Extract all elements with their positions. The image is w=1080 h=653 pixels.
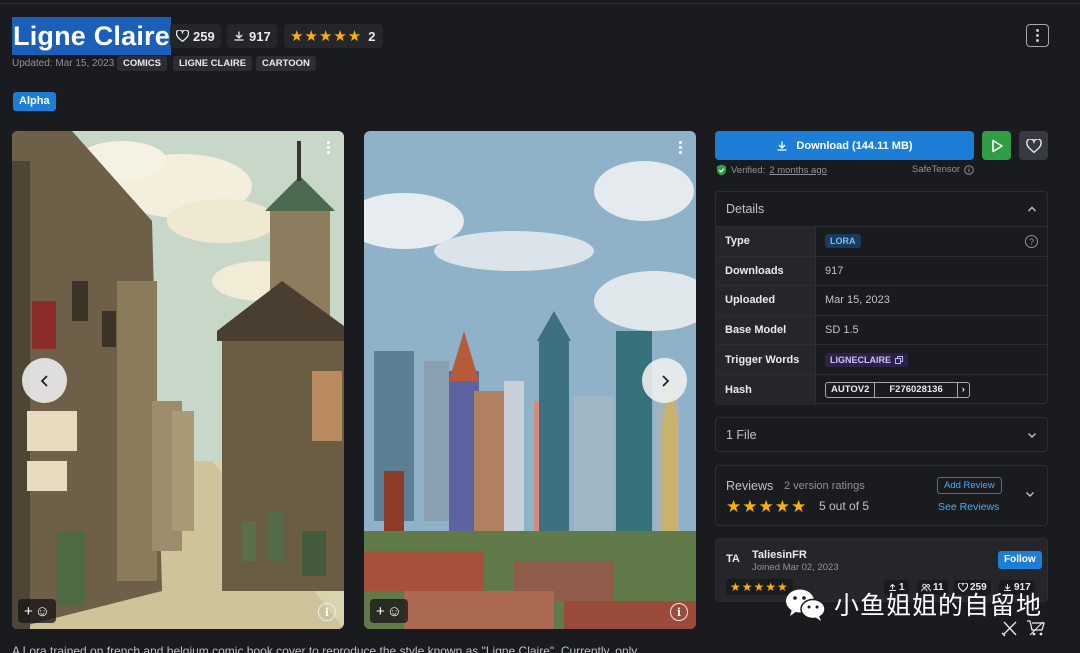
- tag-cartoon[interactable]: CARTOON: [256, 56, 316, 71]
- carousel-next-button[interactable]: [642, 358, 687, 403]
- chevron-up-icon: [1028, 206, 1036, 212]
- rating-count: 2: [368, 28, 376, 44]
- more-options-button[interactable]: [1026, 24, 1049, 47]
- add-reaction-button[interactable]: + ☺: [370, 599, 409, 623]
- see-reviews-link[interactable]: See Reviews: [938, 501, 999, 513]
- help-icon[interactable]: ?: [1025, 235, 1038, 248]
- hash-selector[interactable]: AUTOV2 F276028136 ›: [825, 381, 970, 398]
- chevron-down-icon[interactable]: [1025, 490, 1035, 498]
- details-title: Details: [726, 202, 765, 216]
- type-badge: LORA: [825, 234, 861, 249]
- add-reaction-button[interactable]: + ☺: [18, 599, 57, 623]
- wechat-logo-icon: [786, 589, 826, 621]
- smiley-icon: ☺: [386, 602, 403, 620]
- tag-comics[interactable]: COMICS: [117, 56, 167, 71]
- card-menu-icon[interactable]: [325, 141, 331, 154]
- detail-key: Base Model: [716, 315, 816, 345]
- alpha-badge: Alpha: [13, 92, 56, 111]
- reviews-panel: Reviews 2 version ratings ★★★★★ 5 out of…: [715, 465, 1048, 526]
- carousel-prev-button[interactable]: [22, 358, 67, 403]
- rating-stat[interactable]: ★★★★★ 2: [284, 24, 384, 48]
- creator-name[interactable]: TaliesinFR: [752, 549, 807, 561]
- review-stars: ★★★★★: [726, 497, 808, 516]
- verified-label: Verified:: [731, 164, 766, 176]
- copy-icon: [895, 355, 903, 364]
- download-icon: [777, 141, 787, 151]
- detail-key: Downloads: [716, 256, 816, 286]
- details-header[interactable]: Details: [716, 192, 1047, 227]
- creator-joined: Joined Mar 02, 2023: [752, 562, 839, 573]
- play-icon: [991, 139, 1003, 152]
- info-icon[interactable]: i: [318, 603, 336, 621]
- follow-button[interactable]: Follow: [998, 551, 1042, 569]
- info-icon[interactable]: i: [670, 603, 688, 621]
- card-menu-icon[interactable]: [677, 141, 683, 154]
- chevron-right-icon: [661, 374, 669, 387]
- avatar[interactable]: TA: [726, 553, 740, 565]
- cart-icon: [1027, 620, 1045, 636]
- detail-value: 917: [825, 264, 844, 277]
- hash-algorithm[interactable]: AUTOV2: [826, 382, 876, 397]
- detail-row-type: Type LORA ?: [716, 227, 1047, 257]
- tools-icon: [1001, 621, 1017, 637]
- detail-row-hash: Hash AUTOV2 F276028136 ›: [716, 374, 1047, 405]
- add-review-button[interactable]: Add Review: [937, 477, 1002, 494]
- likes-count: 259: [193, 28, 215, 44]
- wechat-watermark: 小鱼姐姐的自留地: [784, 586, 1042, 622]
- heart-icon: [1025, 138, 1042, 153]
- detail-row-uploaded: Uploaded Mar 15, 2023: [716, 286, 1047, 316]
- review-score: 5 out of 5: [819, 499, 870, 513]
- detail-value: Mar 15, 2023: [825, 294, 890, 307]
- chevron-down-icon: [1028, 432, 1036, 438]
- rating-stars: ★★★★★: [290, 28, 363, 45]
- detail-value: SD 1.5: [825, 324, 859, 337]
- watermark-text: 小鱼姐姐的自留地: [834, 591, 1043, 620]
- download-label: Download (144.11 MB): [796, 139, 913, 152]
- detail-row-trigger-words: Trigger Words LIGNECLAIRE: [716, 345, 1047, 375]
- detail-key: Hash: [716, 374, 816, 405]
- shield-check-icon: [716, 164, 727, 176]
- likes-stat[interactable]: 259: [170, 24, 221, 48]
- hash-value[interactable]: F276028136: [875, 383, 956, 397]
- detail-key: Uploaded: [716, 286, 816, 315]
- detail-key: Type: [716, 227, 816, 256]
- reviews-title: Reviews: [726, 479, 774, 493]
- downloads-count: 917: [249, 28, 271, 44]
- run-button[interactable]: [982, 131, 1011, 160]
- tag-ligne-claire[interactable]: LIGNE CLAIRE: [173, 56, 253, 71]
- creator-rating-stars: ★★★★★: [726, 579, 793, 595]
- model-description: A Lora trained on french and belgium com…: [12, 644, 638, 653]
- updated-date: Updated: Mar 15, 2023: [12, 58, 115, 69]
- chevron-right-icon[interactable]: ›: [956, 382, 969, 397]
- safetensor-label: SafeTensor: [912, 164, 974, 175]
- files-accordion[interactable]: 1 File: [715, 417, 1048, 452]
- chevron-left-icon: [40, 374, 48, 387]
- page-title: Ligne Claire: [12, 17, 171, 55]
- smiley-icon: ☺: [34, 602, 51, 620]
- trigger-word-badge[interactable]: LIGNECLAIRE: [825, 352, 909, 367]
- verified-date-link[interactable]: 2 months ago: [769, 165, 827, 176]
- reviews-count: 2 version ratings: [784, 480, 865, 492]
- download-icon: [234, 31, 244, 41]
- detail-row-downloads: Downloads 917: [716, 256, 1047, 287]
- top-divider: [0, 0, 1080, 4]
- favorite-button[interactable]: [1019, 131, 1048, 160]
- info-circle-icon[interactable]: [964, 164, 974, 175]
- verified-status: Verified: 2 months ago: [716, 164, 827, 176]
- detail-row-base-model: Base Model SD 1.5: [716, 315, 1047, 346]
- detail-key: Trigger Words: [716, 345, 816, 374]
- download-button[interactable]: Download (144.11 MB): [715, 131, 974, 160]
- details-panel: Details Type LORA ? Downloads 917 Upload…: [715, 191, 1048, 405]
- heart-icon: [176, 30, 189, 42]
- files-label: 1 File: [726, 427, 757, 442]
- downloads-stat[interactable]: 917: [227, 24, 277, 48]
